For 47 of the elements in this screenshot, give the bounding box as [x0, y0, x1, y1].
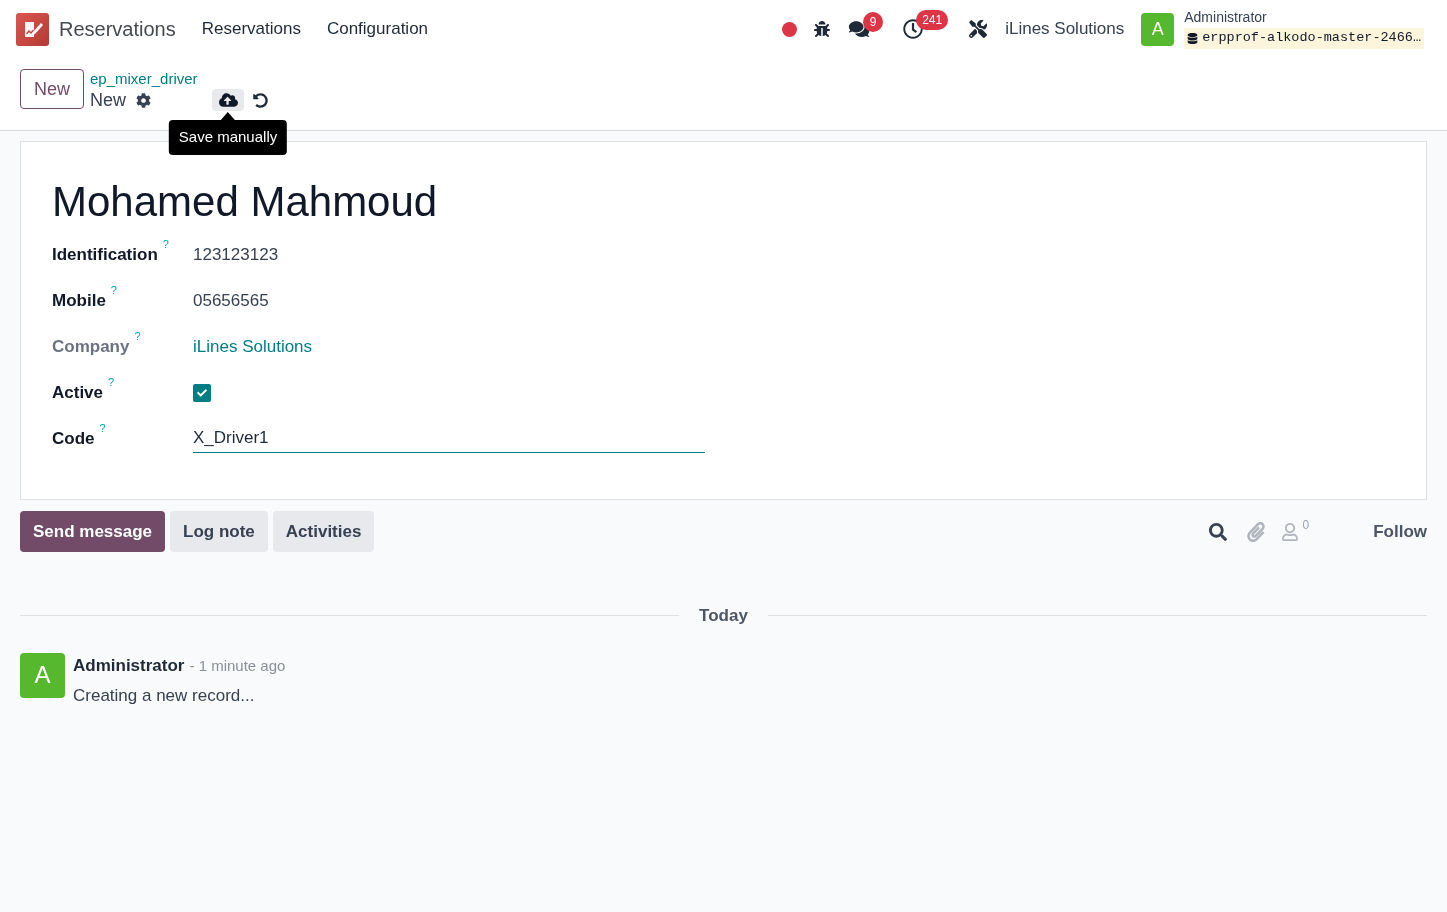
field-label: Mobile [52, 290, 106, 313]
message-author: Administrator [73, 654, 185, 677]
follow-button[interactable]: Follow [1373, 518, 1427, 545]
undo-icon [253, 92, 269, 108]
chatter-button[interactable]: Send message [20, 511, 166, 552]
clock-icon[interactable] [903, 19, 924, 39]
chatter-button[interactable]: Activities [272, 511, 375, 552]
settings-icon[interactable] [136, 92, 152, 108]
search-icon[interactable] [1209, 522, 1228, 541]
cloud-upload-icon [218, 92, 238, 108]
record-name: Mohamed Mahmoud [52, 177, 439, 227]
followers-count: 0 [1302, 516, 1310, 534]
database-icon [1187, 33, 1199, 44]
activity-count-badge: 241 [916, 10, 949, 30]
field-label: Active [52, 382, 104, 405]
app-name[interactable]: Reservations [59, 14, 176, 44]
record-breadcrumb: New [90, 89, 127, 111]
tooltip: Save manually [168, 112, 288, 155]
field-link[interactable]: iLines Solutions [193, 334, 313, 360]
breadcrumb-link[interactable]: ep_mixer_driver [90, 69, 269, 88]
field-label: Identification [52, 244, 158, 267]
database-name: erpprof-alkodo-master-2466… [1202, 29, 1421, 48]
message-time: - 1 minute ago [189, 655, 286, 676]
discard-button[interactable] [253, 92, 269, 108]
paperclip-icon[interactable] [1247, 521, 1266, 542]
menu-item[interactable]: Reservations [201, 16, 301, 42]
check-icon [197, 388, 207, 398]
menu-item[interactable]: Configuration [326, 16, 429, 42]
date-separator: Today [698, 605, 749, 627]
user-name[interactable]: Administrator [1184, 9, 1424, 26]
field-value: 05656565 [193, 290, 269, 313]
checkbox[interactable] [193, 384, 211, 402]
message-body: Creating a new record... [73, 685, 256, 707]
chat-icon[interactable] [848, 20, 871, 38]
logo-icon[interactable] [16, 12, 49, 46]
field-label: Company [52, 336, 130, 359]
field-value: 123123123 [193, 244, 279, 267]
save-button[interactable] [212, 89, 245, 111]
bug-icon[interactable] [814, 21, 831, 37]
message-count-badge: 9 [863, 12, 884, 32]
field-label: Code [52, 428, 95, 451]
tools-icon[interactable] [969, 20, 988, 38]
chatter-button[interactable]: Log note [170, 511, 268, 552]
author-avatar: A [20, 652, 65, 698]
company-switcher[interactable]: iLines Solutions [1005, 16, 1125, 42]
text-input[interactable]: X_Driver1 [193, 425, 705, 453]
new-button[interactable]: New [20, 69, 84, 109]
